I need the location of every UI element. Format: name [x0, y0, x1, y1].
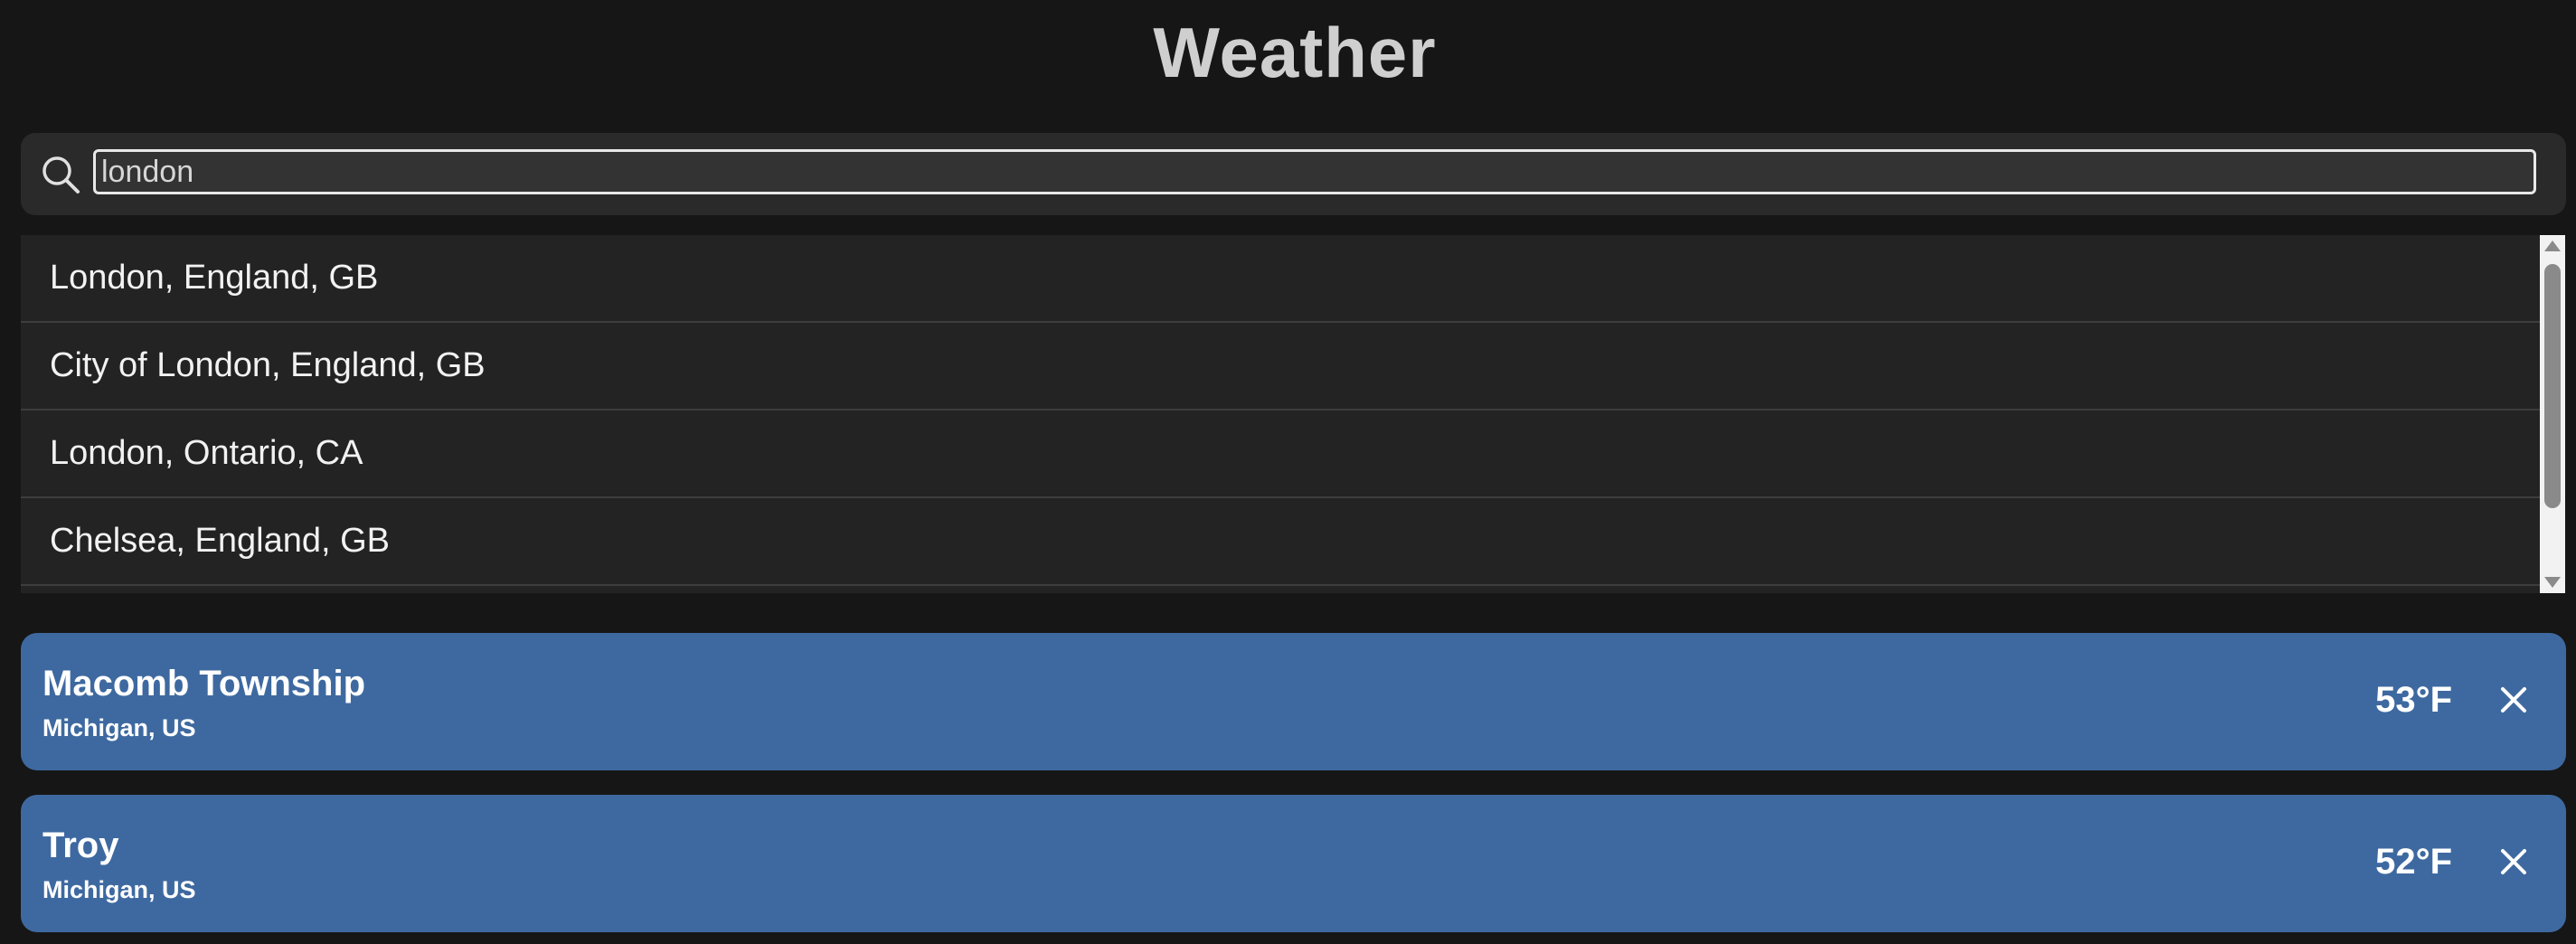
suggestion-label: London, Ontario, CA: [50, 434, 363, 472]
scroll-thumb[interactable]: [2544, 264, 2561, 508]
city-region: Michigan, US: [42, 876, 196, 903]
suggestion-item[interactable]: London, England, GB: [21, 235, 2540, 323]
city-name: Troy: [42, 826, 119, 865]
suggestion-label: Chelsea, England, GB: [50, 522, 391, 560]
city-name: Macomb Township: [42, 664, 366, 703]
scroll-down-arrow-icon[interactable]: [2544, 577, 2561, 588]
city-region: Michigan, US: [42, 714, 196, 741]
suggestions-list: London, England, GB City of London, Engl…: [21, 235, 2540, 593]
search-icon: [39, 153, 82, 196]
suggestion-label: London, England, GB: [50, 259, 379, 297]
city-card[interactable]: Troy Michigan, US 52°F: [21, 795, 2566, 932]
suggestion-item[interactable]: Chelsea, England, GB: [21, 498, 2540, 586]
weather-app: Weather London, England, GB City of Lond…: [0, 0, 2576, 944]
suggestion-item[interactable]: City of London, England, GB: [21, 323, 2540, 411]
search-input[interactable]: [93, 149, 2536, 194]
suggestion-item[interactable]: London, Ontario, CA: [21, 411, 2540, 498]
close-icon: [2500, 686, 2527, 718]
city-temperature: 53°F: [2375, 680, 2452, 720]
suggestions-scrollbar[interactable]: [2540, 235, 2565, 593]
city-card[interactable]: Macomb Township Michigan, US 53°F: [21, 633, 2566, 770]
close-icon: [2500, 848, 2527, 880]
remove-city-button[interactable]: [2488, 838, 2539, 889]
city-temperature: 52°F: [2375, 842, 2452, 882]
suggestion-label: City of London, England, GB: [50, 346, 486, 384]
scroll-up-arrow-icon[interactable]: [2544, 241, 2561, 251]
remove-city-button[interactable]: [2488, 676, 2539, 727]
search-bar: [21, 133, 2566, 215]
page-title: Weather: [1153, 13, 1437, 92]
